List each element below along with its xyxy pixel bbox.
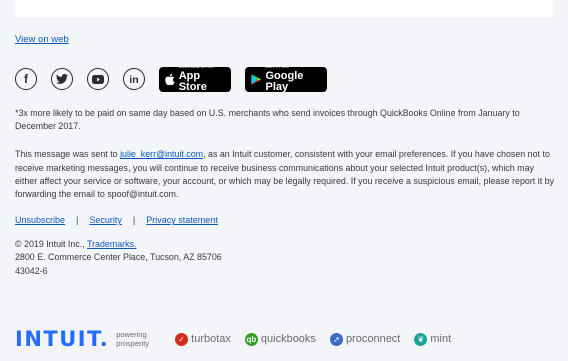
- code-text: 43042-6: [15, 265, 48, 276]
- disclaimer-text: *3x more likely to be paid on same day b…: [15, 108, 520, 132]
- recipient-email-link[interactable]: julie_kerr@intuit.com: [120, 149, 203, 159]
- proconnect-label: proconnect: [345, 333, 401, 345]
- address-text: 2800 E. Commerce Center Place, Tucson, A…: [15, 252, 222, 263]
- quickbooks-qb-icon: qb: [244, 332, 258, 346]
- app-store-badge[interactable]: Download on the App Store: [159, 65, 231, 93]
- svg-text:f: f: [24, 73, 29, 85]
- quickbooks-label: quickbooks: [260, 333, 316, 345]
- message-prefix: This message was sent to: [15, 149, 121, 160]
- copyright-block: © 2019 Intuit Inc., Trademarks. 2800 E. …: [15, 238, 555, 278]
- email-footer: View on web f in Download on the App Sto…: [15, 34, 555, 278]
- apple-icon: [165, 73, 175, 85]
- app-store-big-text: App Store: [178, 69, 207, 93]
- intuit-logo: INTUIT. powering prosperity: [15, 327, 149, 351]
- unsubscribe-link[interactable]: Unsubscribe: [15, 215, 65, 225]
- google-play-big-text: Google Play: [265, 69, 304, 93]
- proconnect-arrow-icon: ➚: [329, 332, 343, 346]
- linkedin-icon[interactable]: in: [123, 68, 145, 90]
- link-separator: |: [76, 215, 79, 226]
- turbotax-check-icon: ✓: [175, 332, 189, 346]
- view-on-web-link[interactable]: View on web: [15, 34, 555, 45]
- mint-label: mint: [430, 333, 452, 345]
- tagline-line-1: powering: [116, 330, 147, 339]
- tagline-line-2: prosperity: [116, 339, 150, 348]
- security-link[interactable]: Security: [89, 215, 122, 225]
- footer-links: Unsubscribe | Security | Privacy stateme…: [15, 215, 555, 225]
- mint-logo: ❦ mint: [414, 332, 452, 346]
- privacy-statement-link[interactable]: Privacy statement: [146, 215, 218, 225]
- turbotax-logo: ✓ turbotax: [175, 332, 231, 346]
- copyright-text: © 2019 Intuit Inc.,: [15, 239, 87, 250]
- svg-text:in: in: [129, 74, 138, 85]
- youtube-icon[interactable]: [87, 68, 109, 90]
- social-row: f in Download on the App Store GET IT ON…: [15, 65, 555, 93]
- facebook-icon[interactable]: f: [15, 68, 37, 90]
- brand-bar: INTUIT. powering prosperity ✓ turbotax q…: [15, 327, 451, 351]
- intuit-wordmark: INTUIT.: [15, 327, 110, 351]
- google-play-icon: [251, 73, 262, 85]
- quickbooks-logo: qb quickbooks: [244, 332, 316, 346]
- intuit-tagline: powering prosperity: [116, 330, 149, 348]
- email-card-bottom: [15, 0, 553, 17]
- trademarks-link[interactable]: Trademarks.: [87, 239, 136, 249]
- turbotax-label: turbotax: [191, 333, 231, 345]
- twitter-icon[interactable]: [51, 68, 73, 90]
- message-text: This message was sent to julie_kerr@intu…: [15, 148, 555, 201]
- mint-leaf-icon: ❦: [414, 332, 428, 346]
- google-play-badge[interactable]: GET IT ON Google Play: [245, 65, 327, 93]
- link-separator: |: [132, 215, 136, 226]
- proconnect-logo: ➚ proconnect: [329, 332, 401, 346]
